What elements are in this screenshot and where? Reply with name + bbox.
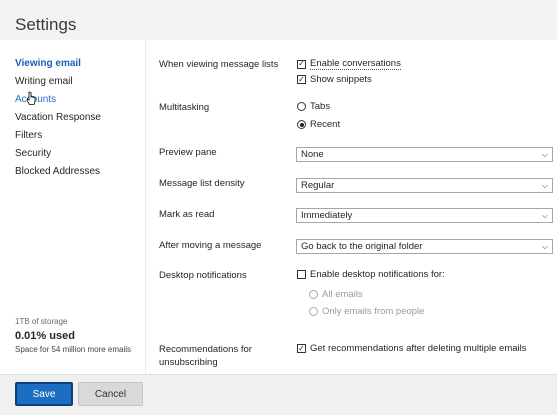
- radio-selected-icon: [297, 120, 306, 129]
- multitasking-label: Multitasking: [159, 102, 210, 113]
- cancel-button[interactable]: Cancel: [78, 382, 143, 406]
- enable-desktop-notifications-label: Enable desktop notifications for:: [310, 269, 445, 280]
- recommendations-option-label: Get recommendations after deleting multi…: [310, 343, 527, 354]
- storage-note: Space for 54 million more emails: [15, 345, 132, 354]
- enable-desktop-notifications-checkbox[interactable]: Enable desktop notifications for:: [297, 269, 445, 280]
- radio-disabled-icon: [309, 290, 318, 299]
- radio-disabled-icon: [309, 307, 318, 316]
- density-value: Regular: [301, 180, 335, 191]
- recommendations-checkbox[interactable]: ✓ Get recommendations after deleting mul…: [297, 343, 527, 354]
- checkbox-checked-icon: ✓: [297, 59, 306, 69]
- multitasking-recent-label: Recent: [310, 119, 341, 130]
- chevron-down-icon: ⌵: [541, 181, 548, 190]
- after-moving-label: After moving a message: [159, 240, 262, 251]
- recommendations-label-line2: unsubscribing: [159, 357, 218, 368]
- sidebar-item-security[interactable]: Security: [15, 148, 51, 159]
- storage-info: 1TB of storage 0.01% used Space for 54 m…: [15, 317, 131, 354]
- settings-panel: When viewing message lists ✓ Enable conv…: [147, 40, 557, 374]
- density-select[interactable]: Regular ⌵: [296, 178, 553, 193]
- save-button[interactable]: Save: [15, 382, 73, 406]
- sidebar-item-blocked-addresses[interactable]: Blocked Addresses: [15, 166, 100, 177]
- radio-unselected-icon: [297, 102, 306, 111]
- storage-total: 1TB of storage: [15, 317, 68, 326]
- sidebar-item-viewing-email[interactable]: Viewing email: [15, 58, 81, 69]
- sidebar-item-writing-email[interactable]: Writing email: [15, 76, 73, 87]
- checkbox-unchecked-icon: [297, 270, 306, 279]
- checkbox-checked-icon: ✓: [297, 343, 306, 353]
- sidebar-item-vacation-response[interactable]: Vacation Response: [15, 112, 101, 123]
- notify-people-label: Only emails from people: [322, 306, 425, 317]
- enable-conversations-label: Enable conversations: [310, 58, 401, 70]
- enable-conversations-checkbox[interactable]: ✓ Enable conversations: [297, 58, 401, 70]
- footer-bar: Save Cancel: [0, 374, 557, 415]
- checkbox-checked-icon: ✓: [297, 74, 306, 84]
- after-moving-select[interactable]: Go back to the original folder ⌵: [296, 239, 553, 254]
- mark-as-read-label: Mark as read: [159, 209, 215, 220]
- recommendations-label: Recommendations for unsubscribing: [159, 343, 252, 369]
- density-label: Message list density: [159, 178, 245, 189]
- mark-as-read-select[interactable]: Immediately ⌵: [296, 208, 553, 223]
- show-snippets-checkbox[interactable]: ✓ Show snippets: [297, 74, 372, 85]
- preview-pane-select[interactable]: None ⌵: [296, 147, 553, 162]
- page-title: Settings: [15, 15, 77, 34]
- sidebar-item-filters[interactable]: Filters: [15, 130, 42, 141]
- preview-pane-value: None: [301, 149, 324, 160]
- multitasking-recent-radio[interactable]: Recent: [297, 119, 340, 130]
- notify-people-radio[interactable]: Only emails from people: [309, 306, 424, 317]
- mark-as-read-value: Immediately: [301, 210, 353, 221]
- show-snippets-label: Show snippets: [310, 74, 372, 85]
- message-lists-label: When viewing message lists: [159, 59, 279, 70]
- sidebar: Viewing email Writing email Accounts Vac…: [0, 40, 146, 374]
- chevron-down-icon: ⌵: [541, 211, 548, 220]
- notify-all-emails-label: All emails: [322, 289, 363, 300]
- chevron-down-icon: ⌵: [541, 242, 548, 251]
- multitasking-tabs-label: Tabs: [310, 101, 331, 112]
- title-bar: Settings: [0, 0, 557, 40]
- mouse-pointer-icon: [26, 91, 36, 105]
- after-moving-value: Go back to the original folder: [301, 241, 423, 252]
- chevron-down-icon: ⌵: [541, 150, 548, 159]
- notify-all-emails-radio[interactable]: All emails: [309, 289, 363, 300]
- preview-pane-label: Preview pane: [159, 147, 217, 158]
- storage-used: 0.01% used: [15, 330, 75, 342]
- multitasking-tabs-radio[interactable]: Tabs: [297, 101, 330, 112]
- recommendations-label-line1: Recommendations for: [159, 344, 252, 355]
- desktop-notifications-label: Desktop notifications: [159, 270, 247, 281]
